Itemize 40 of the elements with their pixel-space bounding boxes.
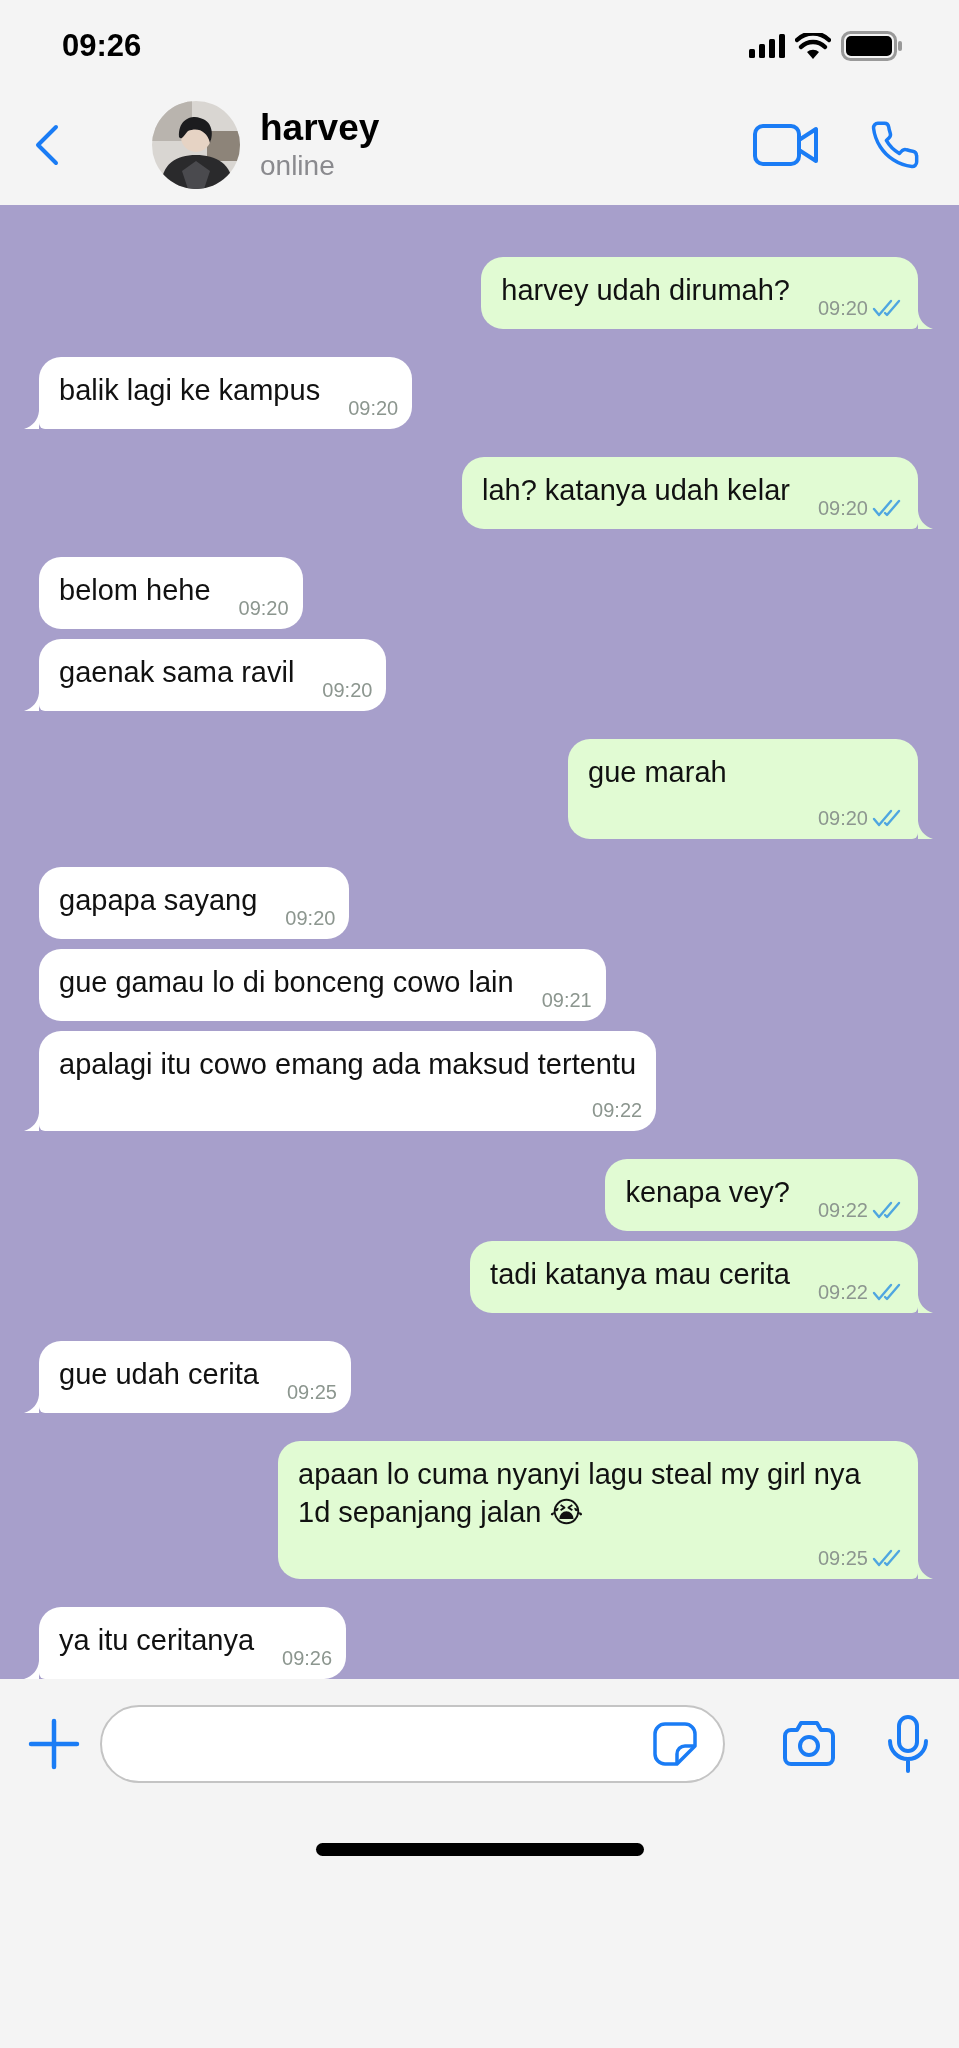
- sticker-icon[interactable]: [653, 1722, 697, 1766]
- contact-name: harvey: [260, 106, 381, 149]
- message-text: lah? katanya udah kelar: [482, 473, 791, 508]
- message-text: gapapa sayang: [59, 883, 259, 918]
- message-text: apaan lo cuma nyanyi lagu steal my girl nya 1d sepanjang jalan 😭: [298, 1457, 862, 1530]
- message-text: apalagi itu cowo emang ada maksud tertentu: [59, 1047, 638, 1082]
- message-time: 09:22: [817, 1280, 868, 1305]
- wifi-icon: [795, 33, 831, 59]
- signal-icon: [749, 34, 785, 58]
- message-time: 09:22: [817, 1198, 868, 1223]
- message-text: gue gamau lo di bonceng cowo lain: [59, 965, 515, 1000]
- message-text: gue udah cerita: [59, 1357, 260, 1392]
- message-time: 09:20: [238, 596, 289, 621]
- camera-button[interactable]: [781, 1720, 837, 1768]
- message-time: 09:20: [285, 906, 336, 931]
- battery-icon: [841, 31, 903, 61]
- message-text: balik lagi ke kampus: [59, 373, 322, 408]
- message-text: harvey udah dirumah?: [501, 273, 791, 308]
- back-button[interactable]: [34, 122, 60, 167]
- message-text: gue marah: [588, 755, 728, 790]
- message-time: 09:20: [322, 678, 373, 703]
- message-time: 09:26: [282, 1646, 333, 1671]
- message-text: belom hehe: [59, 573, 212, 608]
- message-time: 09:20: [817, 806, 868, 831]
- message-time: 09:22: [592, 1098, 643, 1123]
- message-time: 09:25: [286, 1380, 337, 1405]
- message-time: 09:21: [541, 988, 592, 1013]
- contact-status: online: [260, 148, 336, 183]
- message-text: gaenak sama ravil: [59, 655, 296, 690]
- message-time: 09:20: [348, 396, 399, 421]
- video-call-button[interactable]: [753, 122, 819, 167]
- status-time: 09:26: [62, 28, 142, 64]
- message-time: 09:20: [817, 496, 868, 521]
- message-text: kenapa vey?: [625, 1175, 791, 1210]
- add-button[interactable]: [28, 1718, 80, 1770]
- message-time: 09:20: [817, 296, 868, 321]
- microphone-button[interactable]: [887, 1715, 929, 1773]
- message-time: 09:25: [817, 1546, 868, 1571]
- message-text: tadi katanya mau cerita: [490, 1257, 791, 1292]
- message-text: ya itu ceritanya: [59, 1623, 256, 1658]
